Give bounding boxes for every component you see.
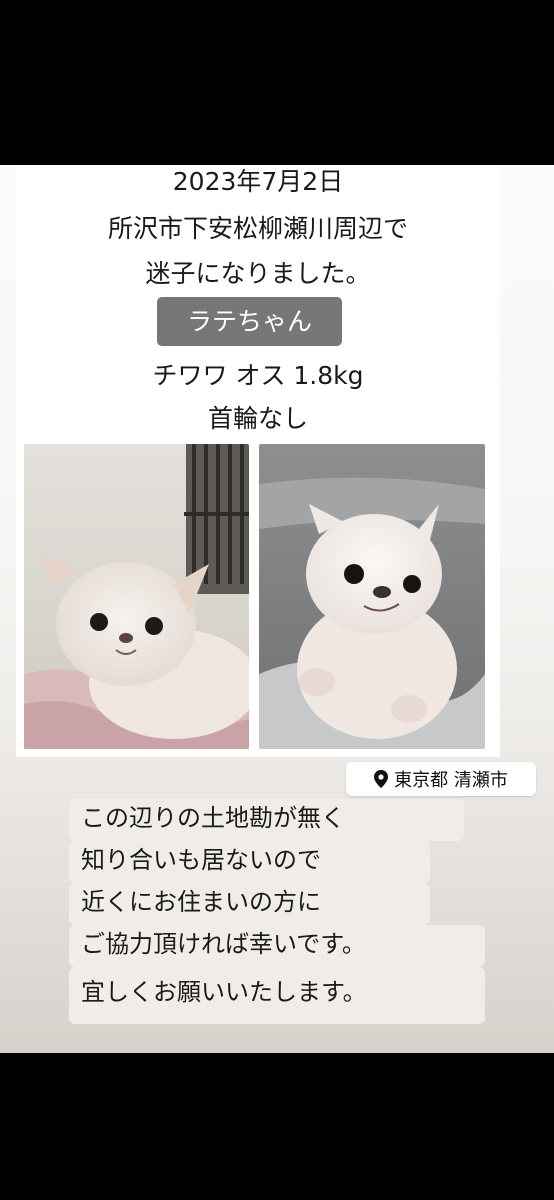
- dog-photo-1: [24, 444, 249, 749]
- poster-status: 迷子になりました。: [145, 259, 371, 288]
- bottom-black-bar: [0, 1053, 554, 1200]
- top-black-bar: [0, 0, 554, 165]
- poster-details: チワワ オス 1.8kg: [152, 361, 364, 390]
- dog-name-chip: ラテちゃん: [157, 297, 342, 346]
- location-pin-icon: [374, 770, 389, 788]
- message-line-2: 知り合いも居ないので: [69, 841, 430, 883]
- dog-photo-2: [259, 444, 485, 749]
- message-line-3: 近くにお住まいの方に: [69, 883, 430, 925]
- poster-date: 2023年7月2日: [172, 167, 344, 196]
- message-line-4: ご協力頂ければ幸いです。: [69, 925, 485, 967]
- message-line-1: この辺りの土地勘が無く: [69, 799, 464, 841]
- location-label: 東京都 清瀬市: [394, 770, 508, 791]
- message-line-5: 宜しくお願いいたします。: [69, 967, 485, 1024]
- poster-place: 所沢市下安松柳瀬川周辺で: [107, 214, 408, 243]
- location-sticker[interactable]: 東京都 清瀬市: [346, 762, 536, 796]
- poster-collar: 首輪なし: [207, 404, 308, 433]
